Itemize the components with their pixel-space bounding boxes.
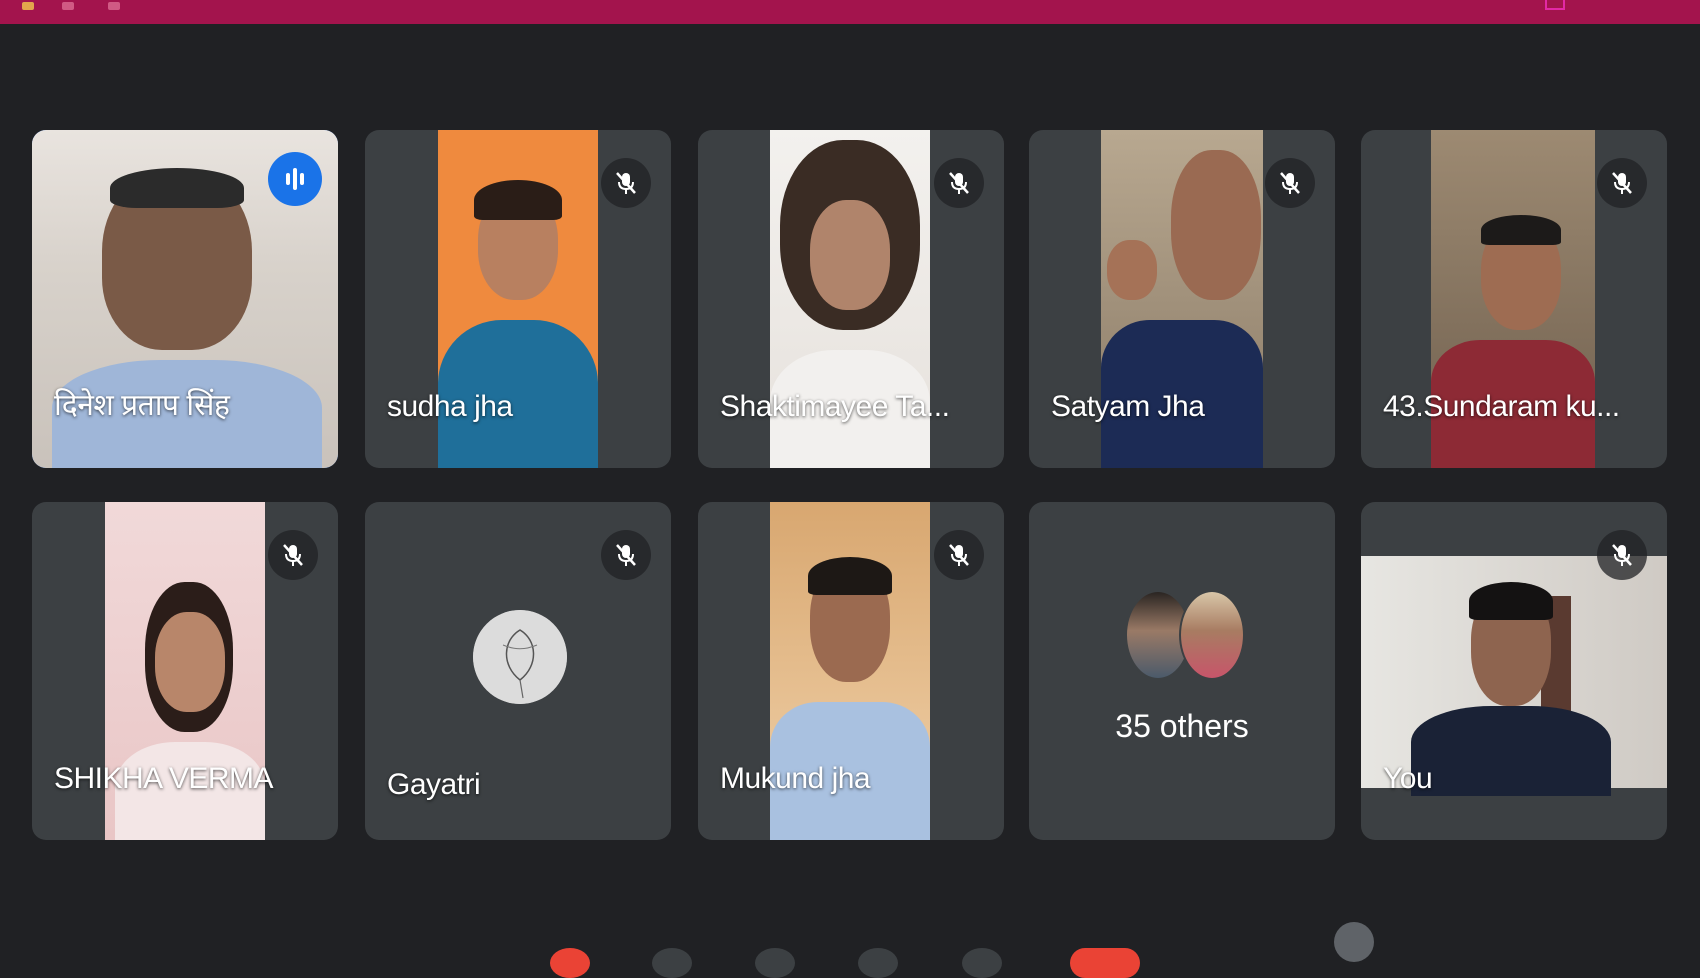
participant-name: 43.Sundaram ku... [1383,390,1620,423]
tab-icon[interactable] [108,2,120,10]
participant-name: sudha jha [387,390,513,423]
avatar [1179,590,1245,680]
mic-off-icon [1280,172,1300,194]
window-icon[interactable] [1545,0,1565,10]
participant-avatar [473,610,567,704]
mic-off-indicator [934,158,984,208]
app-icon[interactable] [22,2,34,10]
participant-tile-satyam[interactable]: Satyam Jha [1029,130,1335,468]
participant-name: Gayatri [387,768,481,801]
more-options-button[interactable] [962,948,1002,978]
mic-off-icon [616,172,636,194]
mic-off-icon [949,544,969,566]
participant-name: Shaktimayee Ta... [720,390,950,423]
mic-off-icon [616,544,636,566]
mic-off-indicator [934,530,984,580]
tab-icon[interactable] [62,2,74,10]
participant-tile-gayatri[interactable]: Gayatri [365,502,671,840]
others-count-label: 35 others [1115,708,1249,744]
flower-sketch-icon [473,610,567,704]
captions-button[interactable] [755,948,795,978]
leave-call-button[interactable] [1070,948,1140,978]
mic-off-icon [949,172,969,194]
mic-off-indicator [1265,158,1315,208]
mic-off-indicator [1597,530,1647,580]
participant-name: दिनेश प्रताप सिंह [54,389,230,422]
mic-off-indicator [1597,158,1647,208]
present-button[interactable] [858,948,898,978]
participant-tile-shikha[interactable]: SHIKHA VERMA [32,502,338,840]
participant-tile-sudha[interactable]: sudha jha [365,130,671,468]
browser-top-bar [0,0,1700,24]
mic-off-icon [1612,544,1632,566]
mic-off-indicator [601,158,651,208]
mic-off-icon [1612,172,1632,194]
participant-tile-mukund[interactable]: Mukund jha [698,502,1004,840]
participant-tile-dinesh[interactable]: दिनेश प्रताप सिंह [32,130,338,468]
mic-off-indicator [268,530,318,580]
others-avatars [1125,590,1245,680]
participant-tile-sundaram[interactable]: 43.Sundaram ku... [1361,130,1667,468]
others-tile[interactable]: 35 others [1029,502,1335,840]
participant-tile-shaktimayee[interactable]: Shaktimayee Ta... [698,130,1004,468]
speaking-indicator-icon [286,168,304,190]
participant-name: Mukund jha [720,762,871,795]
participant-tile-you[interactable]: You [1361,502,1667,840]
speaking-indicator [268,152,322,206]
mic-off-icon [283,544,303,566]
participants-button[interactable] [1334,922,1374,962]
mic-off-indicator [601,530,651,580]
participant-name: You [1383,762,1433,795]
participant-name: SHIKHA VERMA [54,762,274,795]
camera-button[interactable] [652,948,692,978]
participant-video [1361,556,1667,796]
participant-name: Satyam Jha [1051,390,1205,423]
mic-button[interactable] [550,948,590,978]
